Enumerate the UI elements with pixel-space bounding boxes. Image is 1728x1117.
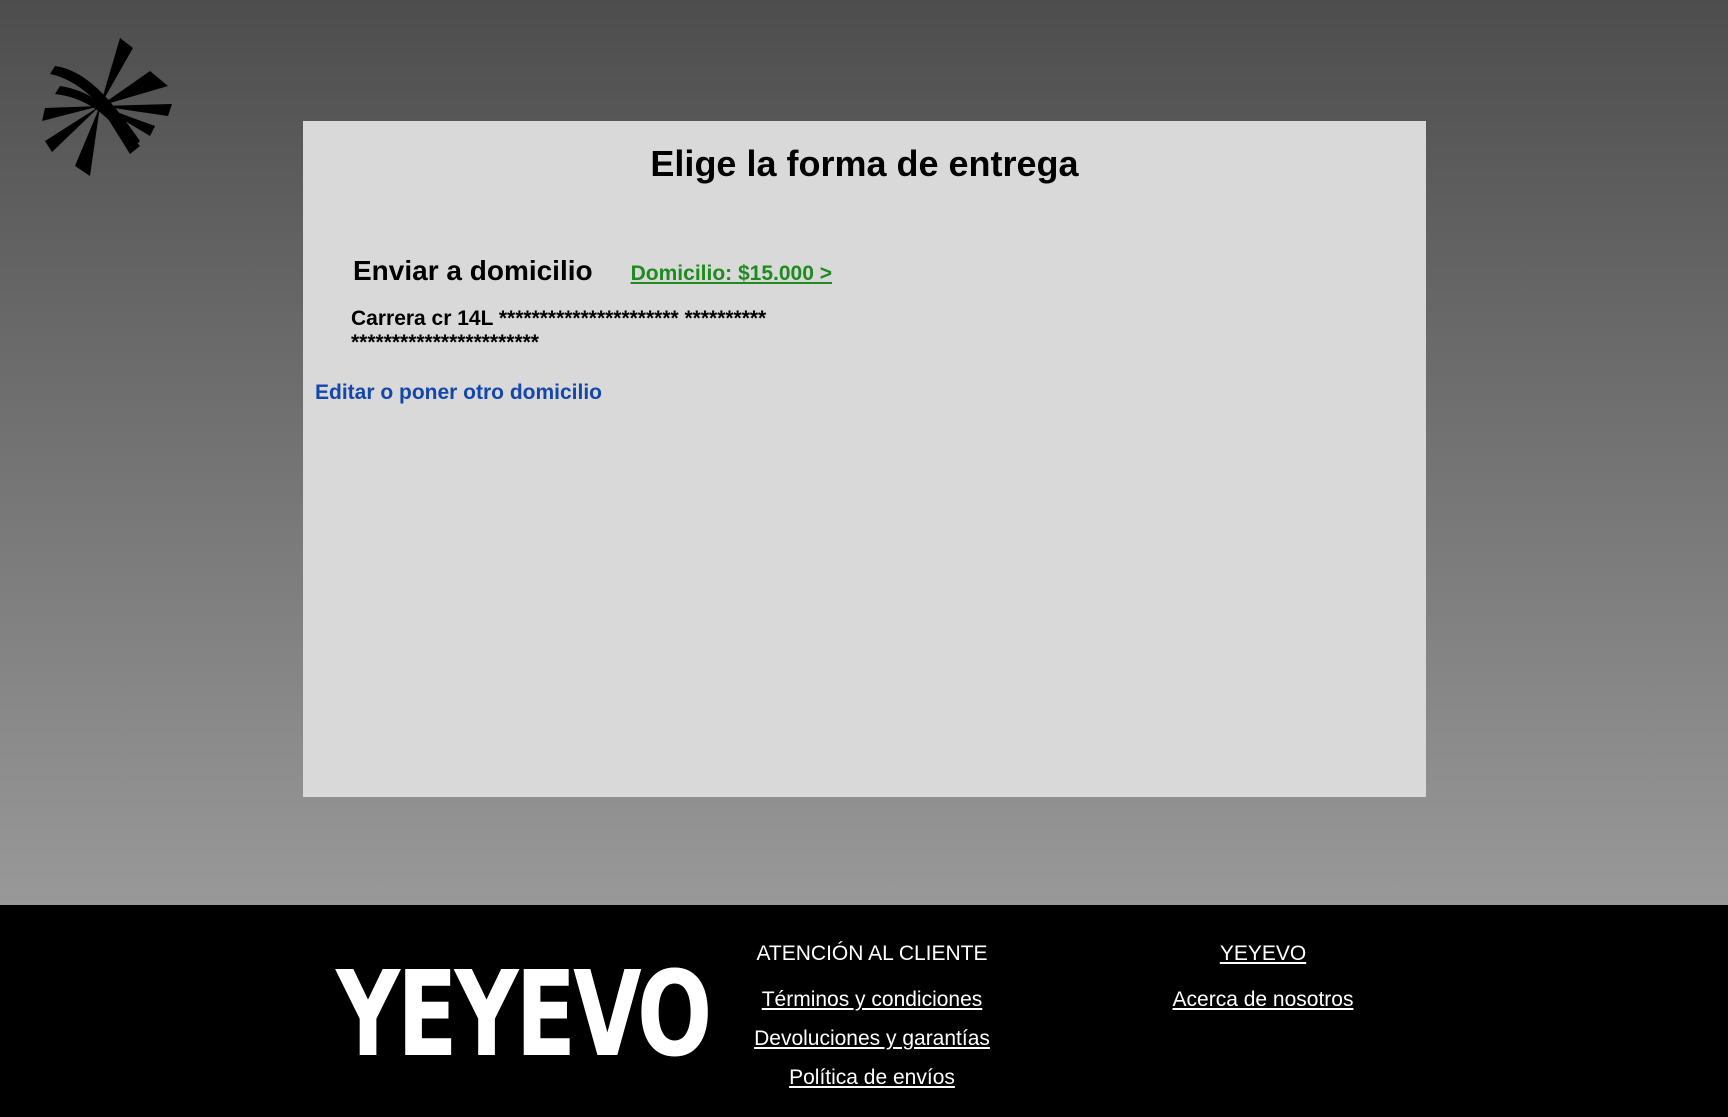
footer-link-shipping-policy[interactable]: Política de envíos: [789, 1065, 955, 1091]
footer-link-returns[interactable]: Devoluciones y garantías: [754, 1026, 990, 1052]
brand-logo-icon[interactable]: [40, 36, 175, 180]
page-title: Elige la forma de entrega: [650, 143, 1079, 184]
footer-heading-customer-service: ATENCIÓN AL CLIENTE: [756, 942, 988, 965]
footer-company: YEYEVO Acerca de nosotros: [1063, 941, 1463, 1026]
delivery-panel: Elige la forma de entrega Enviar a domic…: [303, 121, 1426, 797]
footer-customer-service: ATENCIÓN AL CLIENTE Términos y condicion…: [652, 941, 1092, 1104]
shipping-cost-link[interactable]: Domicilio: $15.000 >: [631, 262, 832, 286]
site-footer: YEYEVO ATENCIÓN AL CLIENTE Términos y co…: [0, 905, 1728, 1117]
footer-link-about[interactable]: Acerca de nosotros: [1173, 987, 1354, 1013]
footer-link-terms[interactable]: Términos y condiciones: [762, 987, 983, 1013]
delivery-option-title: Enviar a domicilio: [353, 255, 593, 286]
delivery-option-home[interactable]: Enviar a domicilio Domicilio: $15.000 >: [353, 255, 832, 287]
shipping-address: Carrera cr 14L ********************** **…: [351, 307, 767, 354]
footer-heading-company[interactable]: YEYEVO: [1220, 941, 1306, 967]
edit-address-link[interactable]: Editar o poner otro domicilio: [315, 381, 602, 405]
